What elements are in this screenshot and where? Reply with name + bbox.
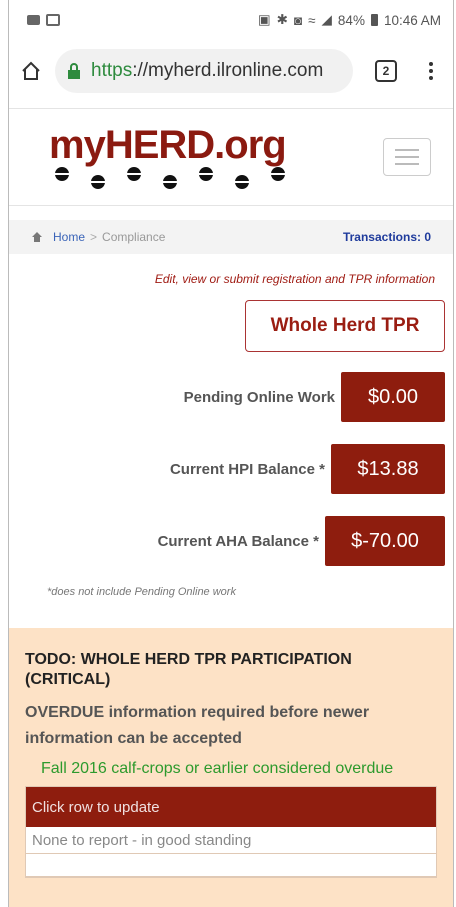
balance-row-hpi: Current HPI Balance * $13.88: [9, 444, 453, 494]
balance-label: Current AHA Balance *: [157, 532, 319, 550]
system-icons: ▣ ✱ ◙ ≈ ◢ 84% 10:46 AM: [258, 12, 441, 28]
logo-text: myHERD.org: [49, 123, 287, 167]
video-icon: [27, 15, 40, 25]
breadcrumb-home-link[interactable]: Home: [53, 230, 85, 244]
battery-icon: [370, 14, 378, 26]
site-header: myHERD.org: [9, 108, 453, 206]
balance-value-button[interactable]: $13.88: [331, 444, 445, 494]
balance-row-aha: Current AHA Balance * $-70.00: [9, 516, 453, 566]
breadcrumb: Home > Compliance Transactions: 0: [9, 220, 453, 254]
status-bar: ▣ ✱ ◙ ≈ ◢ 84% 10:46 AM: [9, 0, 453, 40]
notification-icons: [27, 14, 60, 26]
overflow-menu-icon[interactable]: [421, 62, 441, 80]
balance-value-button[interactable]: $-70.00: [325, 516, 445, 566]
breadcrumb-separator: >: [90, 230, 98, 244]
wifi-icon: ≈: [308, 12, 316, 28]
todo-overdue-note: Fall 2016 calf-crops or earlier consider…: [41, 760, 394, 777]
todo-title: TODO: WHOLE HERD TPR PARTICIPATION (CRIT…: [25, 651, 352, 688]
gallery-icon: [46, 14, 60, 26]
balance-row-pending: Pending Online Work $0.00: [9, 372, 453, 422]
browser-toolbar: https://myherd.ilronline.com 2: [9, 40, 453, 102]
clock: 10:46 AM: [383, 12, 441, 28]
signal-icon: ◢: [321, 12, 332, 27]
todo-overdue-text: OVERDUE information required before newe…: [25, 704, 370, 747]
battery-percent: 84%: [337, 12, 365, 28]
todo-table: Click row to update None to report - in …: [25, 786, 437, 878]
hamburger-menu-icon[interactable]: [383, 138, 431, 176]
tabs-count-icon[interactable]: 2: [375, 60, 397, 82]
balance-label: Current HPI Balance *: [169, 460, 325, 478]
table-row-empty: [26, 854, 436, 877]
nfc-icon: ▣: [257, 12, 271, 27]
url-scheme: https: [91, 60, 133, 81]
transactions-link[interactable]: Transactions: 0: [343, 230, 431, 244]
compliance-note: Edit, view or submit registration and TP…: [154, 272, 435, 286]
logo-cows-graphic: [49, 167, 286, 189]
balance-label: Pending Online Work: [183, 388, 335, 406]
table-row[interactable]: None to report - in good standing: [26, 827, 436, 854]
breadcrumb-current: Compliance: [102, 230, 166, 244]
site-logo[interactable]: myHERD.org: [49, 123, 287, 189]
home-icon: [31, 231, 43, 243]
bluetooth-icon: ✱: [276, 12, 288, 27]
phone-screen: ▣ ✱ ◙ ≈ ◢ 84% 10:46 AM https://myherd.il…: [8, 0, 454, 907]
balance-value-button[interactable]: $0.00: [341, 372, 445, 422]
todo-table-header: Click row to update: [26, 787, 436, 827]
home-icon[interactable]: [17, 57, 45, 85]
whole-herd-tpr-button[interactable]: Whole Herd TPR: [245, 300, 445, 352]
address-bar[interactable]: https://myherd.ilronline.com: [55, 49, 353, 93]
url-host: ://myherd.ilronline.com: [132, 60, 324, 81]
vibrate-icon: ◙: [293, 12, 303, 28]
balance-footnote: *does not include Pending Online work: [47, 586, 236, 598]
todo-panel: TODO: WHOLE HERD TPR PARTICIPATION (CRIT…: [9, 628, 453, 907]
lock-icon: [67, 62, 85, 80]
